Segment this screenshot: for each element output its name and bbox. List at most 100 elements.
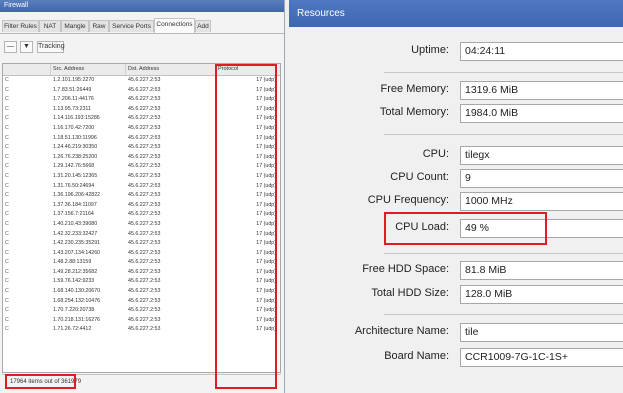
table-row[interactable]: C 1.48.2.88:13159 45.6.227.2:53 17 (udp) (3, 258, 280, 268)
table-row[interactable]: C 1.16.170.42:7200 45.6.227.2:53 17 (udp) (3, 124, 280, 134)
table-row[interactable]: C 1.24.46.219:30350 45.6.227.2:53 17 (udp) (3, 143, 280, 153)
table-row[interactable]: C 1.70.218.131:16276 45.6.227.2:53 17 (udp) (3, 316, 280, 326)
cpu-field[interactable]: tilegx (460, 146, 623, 165)
column-header-flags[interactable] (3, 64, 51, 75)
protocol-cell: 17 (udp) (256, 288, 276, 295)
dst-address-cell: 45.6.227.2:53 (128, 211, 161, 218)
protocol-cell: 17 (udp) (256, 201, 276, 208)
src-address-cell: 1.18.51.130:11996 (53, 134, 97, 141)
connection-flag: C (5, 96, 9, 103)
protocol-cell: 17 (udp) (256, 105, 276, 112)
connection-flag: C (5, 326, 9, 333)
table-row[interactable]: C 1.29.142.76:5668 45.6.227.2:53 17 (udp) (3, 162, 280, 172)
src-address-cell: 1.31.76.50:24694 (53, 182, 95, 189)
free-memory-field[interactable]: 1319.6 MiB (460, 81, 623, 100)
table-row[interactable]: C 1.18.51.130:11996 45.6.227.2:53 17 (udp) (3, 134, 280, 144)
connection-flag: C (5, 230, 9, 237)
src-address-cell: 1.2.101.195:2270 (53, 77, 95, 83)
dst-address-cell: 45.6.227.2:53 (128, 259, 161, 266)
connection-flag: C (5, 201, 9, 208)
cpu-label: CPU: (422, 148, 449, 160)
table-row[interactable]: C 1.31.20.145:12365 45.6.227.2:53 17 (udp) (3, 172, 280, 182)
table-row[interactable]: C 1.37.36.184:11097 45.6.227.2:53 17 (udp) (3, 201, 280, 211)
table-row[interactable]: C 1.7.206.11:44176 45.6.227.2:53 17 (udp) (3, 95, 280, 105)
dst-address-cell: 45.6.227.2:53 (128, 96, 161, 103)
connection-flag: C (5, 105, 9, 112)
tab-nat[interactable]: NAT (39, 20, 61, 32)
connection-flag: C (5, 77, 9, 83)
protocol-cell: 17 (udp) (256, 153, 276, 160)
resources-title: Resources (289, 0, 623, 27)
column-header-dst-address[interactable]: Dst. Address (126, 64, 216, 75)
table-row[interactable]: C 1.43.207.134:14260 45.6.227.2:53 17 (udp) (3, 249, 280, 259)
src-address-cell: 1.68.254.132:10476 (53, 297, 101, 304)
cpu-count-field[interactable]: 9 (460, 169, 623, 188)
table-row[interactable]: C 1.68.140.130:20670 45.6.227.2:53 17 (udp) (3, 287, 280, 297)
dst-address-cell: 45.6.227.2:53 (128, 278, 161, 285)
table-row[interactable]: C 1.49.28.212:35682 45.6.227.2:53 17 (udp) (3, 268, 280, 278)
connection-flag: C (5, 316, 9, 323)
src-address-cell: 1.37.156.7:21164 (53, 211, 94, 218)
table-row[interactable]: C 1.36.196.206:42822 45.6.227.2:53 17 (udp) (3, 191, 280, 201)
src-address-cell: 1.14.116.193:15286 (53, 115, 100, 122)
src-address-cell: 1.70.218.131:16276 (53, 316, 101, 323)
architecture-name-label: Architecture Name: (354, 325, 449, 337)
src-address-cell: 1.24.46.219:30350 (53, 144, 98, 151)
table-row[interactable]: C 1.40.210.43:39080 45.6.227.2:53 17 (udp) (3, 220, 280, 230)
protocol-cell: 17 (udp) (256, 172, 276, 179)
table-row[interactable]: C 1.7.83.51:26449 45.6.227.2:53 17 (udp) (3, 86, 280, 96)
table-row[interactable]: C 1.59.76.142:9233 45.6.227.2:53 17 (udp) (3, 277, 280, 287)
cpu-frequency-label: CPU Frequency: (367, 194, 449, 206)
dst-address-cell: 45.6.227.2:53 (128, 192, 161, 199)
dst-address-cell: 45.6.227.2:53 (128, 230, 161, 237)
remove-button[interactable]: — (4, 41, 17, 53)
table-row[interactable]: C 1.13.95.73:2311 45.6.227.2:53 17 (udp) (3, 105, 280, 115)
free-hdd-space-field[interactable]: 81.8 MiB (460, 261, 623, 280)
cpu-load-field[interactable]: 49 % (460, 219, 623, 238)
dst-address-cell: 45.6.227.2:53 (128, 163, 161, 170)
dst-address-cell: 45.6.227.2:53 (128, 172, 161, 179)
protocol-cell: 17 (udp) (256, 220, 276, 227)
connection-flag: C (5, 278, 9, 285)
dst-address-cell: 45.6.227.2:53 (128, 307, 161, 314)
board-name-field[interactable]: CCR1009-7G-1C-1S+ (460, 348, 623, 367)
total-memory-field[interactable]: 1984.0 MiB (460, 104, 623, 123)
src-address-cell: 1.7.206.11:44176 (53, 96, 94, 103)
architecture-name-field[interactable]: tile (460, 323, 623, 342)
table-row[interactable]: C 1.71.26.72:4412 45.6.227.2:53 17 (udp) (3, 325, 280, 335)
total-memory-label: Total Memory: (379, 106, 449, 118)
tab-filter-rules[interactable]: Filter Rules (2, 20, 39, 32)
protocol-cell: 17 (udp) (256, 240, 276, 247)
src-address-cell: 1.13.95.73:2311 (53, 105, 91, 112)
table-row[interactable]: C 1.31.76.50:24694 45.6.227.2:53 17 (udp) (3, 182, 280, 192)
dst-address-cell: 45.6.227.2:53 (128, 153, 161, 160)
protocol-cell: 17 (udp) (256, 115, 276, 122)
table-row[interactable]: C 1.2.101.195:2270 45.6.227.2:53 17 (udp) (3, 76, 280, 86)
tab-service-ports[interactable]: Service Ports (109, 20, 154, 32)
tab-bar: Filter Rules NAT Mangle Raw Service Port… (0, 18, 284, 34)
tab-connections[interactable]: Connections (154, 18, 195, 33)
src-address-cell: 1.49.28.212:35682 (53, 268, 98, 275)
dst-address-cell: 45.6.227.2:53 (128, 105, 161, 112)
table-row[interactable]: C 1.42.32.233:32427 45.6.227.2:53 17 (udp) (3, 230, 280, 240)
column-header-src-address[interactable]: Src. Address (51, 64, 126, 75)
protocol-cell: 17 (udp) (256, 211, 276, 218)
dst-address-cell: 45.6.227.2:53 (128, 124, 161, 131)
cpu-count-label: CPU Count: (390, 171, 449, 183)
filter-button[interactable]: ▼ (20, 41, 33, 53)
dst-address-cell: 45.6.227.2:53 (128, 220, 161, 227)
tracking-button[interactable]: Tracking (37, 41, 65, 53)
tab-mangle[interactable]: Mangle (61, 20, 89, 32)
cpu-frequency-field[interactable]: 1000 MHz (460, 192, 623, 211)
table-row[interactable]: C 1.42.230.235:35291 45.6.227.2:53 17 (udp) (3, 239, 280, 249)
tab-address-lists[interactable]: Add (195, 20, 211, 32)
uptime-field[interactable]: 04:24:11 (460, 42, 623, 61)
table-row[interactable]: C 1.14.116.193:15286 45.6.227.2:53 17 (udp) (3, 114, 280, 124)
table-row[interactable]: C 1.26.76.238:25200 45.6.227.2:53 17 (udp) (3, 153, 280, 163)
table-row[interactable]: C 1.68.254.132:10476 45.6.227.2:53 17 (udp) (3, 297, 280, 307)
total-hdd-size-field[interactable]: 128.0 MiB (460, 285, 623, 304)
tab-raw[interactable]: Raw (89, 20, 109, 32)
table-row[interactable]: C 1.37.156.7:21164 45.6.227.2:53 17 (udp) (3, 210, 280, 220)
column-header-protocol[interactable]: Protocol (216, 64, 280, 75)
table-row[interactable]: C 1.70.7.220:20738 45.6.227.2:53 17 (udp) (3, 306, 280, 316)
